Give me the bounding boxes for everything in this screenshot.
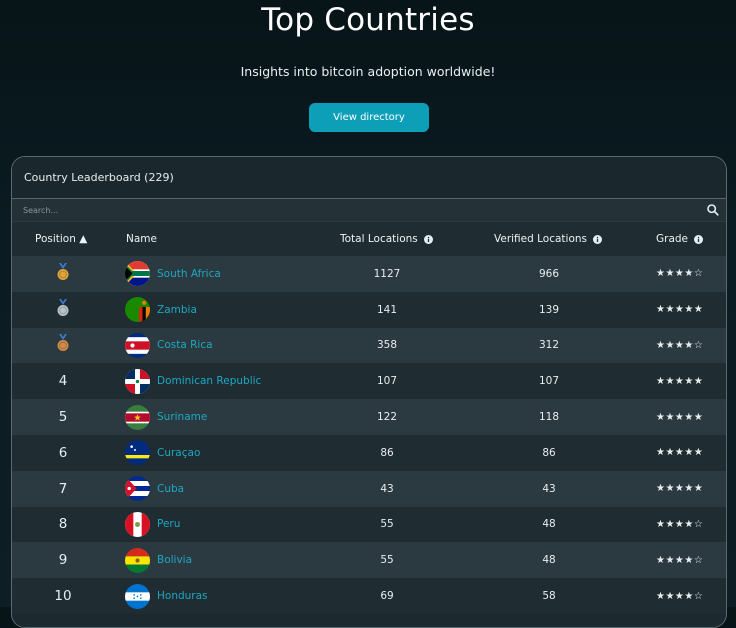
column-grade-label: Grade bbox=[656, 233, 689, 245]
leaderboard-rows: South Africa 1127 966 ★★★★☆ Zambia 141 139 ★★★★… bbox=[12, 256, 726, 614]
cu-flag-icon bbox=[125, 476, 150, 502]
total-locations-cell: 141 bbox=[376, 303, 398, 316]
total-locations-cell: 107 bbox=[376, 375, 398, 388]
column-position[interactable]: Position ▲ bbox=[35, 233, 87, 245]
table-row[interactable]: 5 Suriname 122 118 ★★★★★ bbox=[12, 399, 726, 435]
page-title: Top Countries bbox=[261, 2, 475, 38]
grade-stars: ★★★★☆ bbox=[656, 268, 704, 280]
table-row[interactable]: Costa Rica 358 312 ★★★★☆ bbox=[12, 327, 726, 364]
bo-flag-icon bbox=[125, 547, 150, 573]
cw-flag-icon bbox=[125, 440, 150, 466]
verified-locations-cell: 118 bbox=[538, 411, 560, 424]
position-cell bbox=[12, 334, 114, 356]
verified-locations-cell: 48 bbox=[542, 554, 556, 567]
country-name-link[interactable]: Costa Rica bbox=[157, 339, 213, 351]
verified-locations-cell: 107 bbox=[538, 375, 560, 388]
grade-stars: ★★★★★ bbox=[656, 411, 704, 423]
verified-locations-cell: 48 bbox=[542, 518, 556, 531]
country-name-link[interactable]: Cuba bbox=[157, 483, 184, 495]
grade-stars: ★★★★☆ bbox=[656, 554, 704, 566]
position-cell: 4 bbox=[58, 373, 68, 390]
position-cell: 7 bbox=[58, 480, 68, 497]
position-cell bbox=[12, 298, 114, 321]
info-icon[interactable] bbox=[593, 234, 603, 244]
table-row[interactable]: 6 Curaçao 86 86 ★★★★★ bbox=[12, 434, 726, 471]
za-flag-icon bbox=[125, 261, 150, 287]
do-flag-icon bbox=[125, 368, 150, 394]
position-cell: 9 bbox=[58, 552, 68, 569]
total-locations-cell: 122 bbox=[376, 411, 398, 424]
grade-stars: ★★★★☆ bbox=[656, 339, 704, 351]
search-bar bbox=[12, 199, 726, 222]
leaderboard-title: Country Leaderboard (229) bbox=[12, 157, 726, 199]
table-row[interactable]: Zambia 141 139 ★★★★★ bbox=[12, 291, 726, 328]
country-name-link[interactable]: Dominican Republic bbox=[157, 375, 261, 387]
table-row[interactable]: 7 Cuba 43 43 ★★★★★ bbox=[12, 470, 726, 507]
grade-stars: ★★★★★ bbox=[656, 304, 704, 316]
grade-stars: ★★★★★ bbox=[656, 483, 704, 495]
verified-locations-cell: 966 bbox=[538, 267, 560, 280]
gold-medal-icon bbox=[57, 262, 69, 280]
page-subtitle: Insights into bitcoin adoption worldwide… bbox=[240, 64, 496, 79]
column-total-locations[interactable]: Total Locations bbox=[340, 233, 433, 245]
verified-locations-cell: 58 bbox=[542, 590, 556, 603]
info-icon[interactable] bbox=[423, 234, 433, 244]
bronze-medal-icon bbox=[57, 334, 69, 352]
search-input[interactable] bbox=[12, 204, 706, 216]
sr-flag-icon bbox=[125, 404, 150, 430]
total-locations-cell: 55 bbox=[380, 554, 394, 567]
country-name-link[interactable]: Zambia bbox=[157, 304, 197, 316]
position-cell: 10 bbox=[54, 588, 72, 605]
table-row[interactable]: 4 Dominican Republic 107 107 ★★★★★ bbox=[12, 363, 726, 400]
country-name-link[interactable]: South Africa bbox=[157, 268, 221, 280]
grade-stars: ★★★★☆ bbox=[656, 590, 704, 602]
country-name-link[interactable]: Curaçao bbox=[157, 447, 200, 459]
total-locations-cell: 1127 bbox=[373, 267, 401, 280]
zm-flag-icon bbox=[125, 297, 150, 323]
column-total-label: Total Locations bbox=[340, 233, 418, 245]
table-row[interactable]: 8 Peru 55 48 ★★★★☆ bbox=[12, 506, 726, 543]
column-verified-locations[interactable]: Verified Locations bbox=[494, 233, 603, 245]
view-directory-button[interactable]: View directory bbox=[309, 103, 429, 132]
position-cell: 6 bbox=[58, 444, 68, 461]
verified-locations-cell: 86 bbox=[542, 446, 556, 459]
pe-flag-icon bbox=[125, 511, 150, 537]
country-name-link[interactable]: Honduras bbox=[157, 590, 208, 602]
column-verified-label: Verified Locations bbox=[494, 233, 588, 245]
column-position-label: Position ▲ bbox=[35, 233, 88, 245]
column-name[interactable]: Name bbox=[126, 233, 157, 245]
position-cell bbox=[12, 262, 114, 285]
table-row[interactable]: 9 Bolivia 55 48 ★★★★☆ bbox=[12, 542, 726, 579]
total-locations-cell: 358 bbox=[376, 339, 398, 352]
verified-locations-cell: 43 bbox=[542, 482, 556, 495]
column-name-label: Name bbox=[126, 233, 157, 245]
table-row[interactable]: South Africa 1127 966 ★★★★☆ bbox=[12, 256, 726, 292]
table-row[interactable]: 10 Honduras 69 58 ★★★★☆ bbox=[12, 578, 726, 614]
column-grade[interactable]: Grade bbox=[656, 233, 704, 245]
verified-locations-cell: 139 bbox=[538, 303, 560, 316]
table-header: Position ▲ Name Total Locations Verified… bbox=[12, 222, 726, 256]
search-icon[interactable] bbox=[706, 203, 720, 217]
position-cell: 5 bbox=[58, 409, 68, 426]
total-locations-cell: 55 bbox=[380, 518, 394, 531]
grade-stars: ★★★★★ bbox=[656, 447, 704, 459]
grade-stars: ★★★★★ bbox=[656, 375, 704, 387]
grade-stars: ★★★★☆ bbox=[656, 518, 704, 530]
position-cell: 8 bbox=[58, 516, 68, 533]
country-name-link[interactable]: Bolivia bbox=[157, 554, 192, 566]
total-locations-cell: 86 bbox=[380, 446, 394, 459]
hn-flag-icon bbox=[125, 583, 150, 609]
country-name-link[interactable]: Peru bbox=[157, 518, 180, 530]
cr-flag-icon bbox=[125, 332, 150, 358]
total-locations-cell: 43 bbox=[380, 482, 394, 495]
silver-medal-icon bbox=[57, 298, 69, 316]
country-leaderboard: Country Leaderboard (229) Position ▲ Nam… bbox=[11, 156, 727, 628]
total-locations-cell: 69 bbox=[380, 590, 394, 603]
country-name-link[interactable]: Suriname bbox=[157, 411, 207, 423]
info-icon[interactable] bbox=[694, 234, 704, 244]
verified-locations-cell: 312 bbox=[538, 339, 560, 352]
